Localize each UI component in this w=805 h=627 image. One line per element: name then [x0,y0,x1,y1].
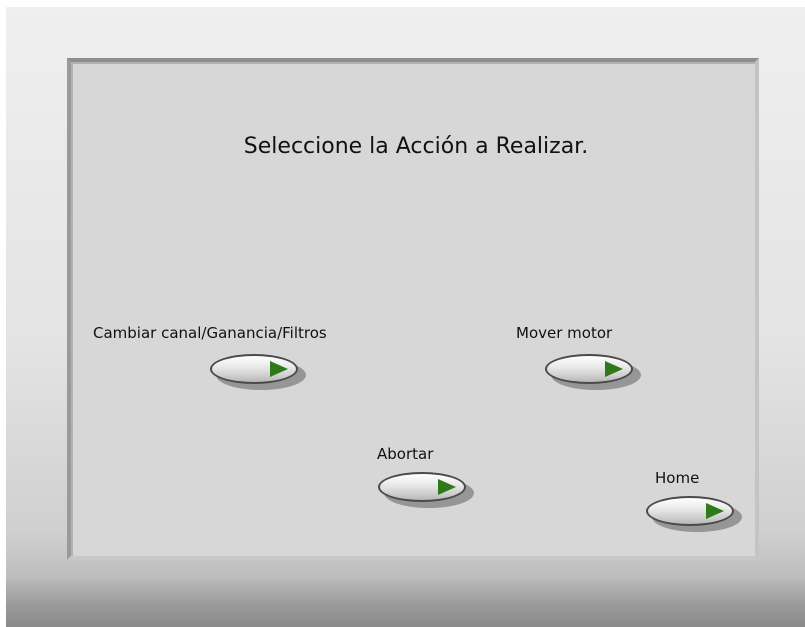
play-arrow-icon [438,479,456,495]
front-panel: Seleccione la Acción a Realizar. Cambiar… [67,58,759,560]
abortar-label: Abortar [377,445,434,463]
home-label: Home [655,469,700,487]
abortar-button[interactable] [378,472,474,508]
cambiar-canal-label: Cambiar canal/Ganancia/Filtros [93,324,327,342]
play-arrow-icon [605,361,623,377]
home-button[interactable] [646,496,742,532]
labview-window: Seleccione la Acción a Realizar. Cambiar… [0,0,805,627]
mover-motor-label: Mover motor [516,324,613,342]
play-arrow-icon [706,503,724,519]
cambiar-canal-button[interactable] [210,354,306,390]
mover-motor-button[interactable] [545,354,641,390]
play-arrow-icon [270,361,288,377]
page-title: Seleccione la Acción a Realizar. [243,134,589,159]
window-frame: Seleccione la Acción a Realizar. Cambiar… [6,7,805,627]
